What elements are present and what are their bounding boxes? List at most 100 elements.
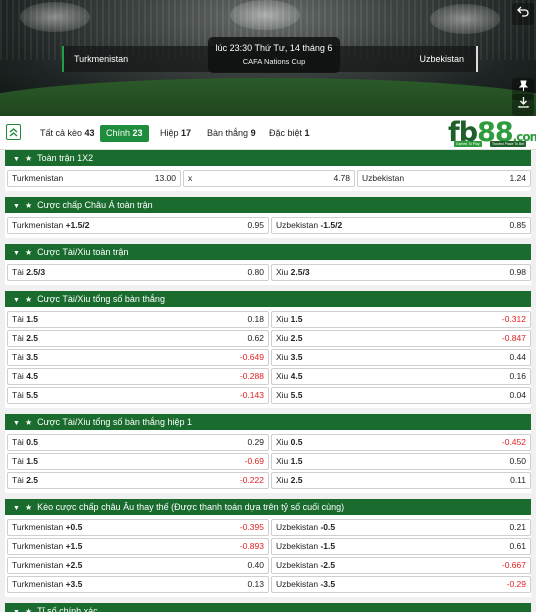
section-header[interactable]: ▼ ★ Cược Tài/Xiu tổng số bàn thắng [5, 291, 531, 307]
section-header[interactable]: ▼ ★ Tỉ số chính xác [5, 603, 531, 612]
star-icon[interactable]: ★ [25, 500, 32, 516]
section-title: Tỉ số chính xác [37, 606, 98, 612]
odds-cell[interactable]: Uzbekistan -0.5 0.21 [271, 519, 531, 536]
odds-cell[interactable]: Turkmenistan +1.5 -0.893 [7, 538, 269, 555]
odds-cell[interactable]: Tài 0.5 0.29 [7, 434, 269, 451]
odds-cell[interactable]: Uzbekistan 1.24 [357, 170, 531, 187]
handicap-line: -3.5 [320, 579, 336, 589]
tab-main[interactable]: Chính 23 [100, 125, 149, 142]
odds-cell[interactable]: Uzbekistan -1.5 0.61 [271, 538, 531, 555]
section-title: Cược Tài/Xiu toàn trận [37, 247, 129, 257]
odds-cell[interactable]: Turkmenistan +1.5/2 0.95 [7, 217, 269, 234]
tab-label: Bàn thắng [207, 128, 249, 138]
double-chevron-up-icon[interactable] [6, 124, 21, 140]
star-icon[interactable]: ★ [25, 151, 32, 167]
star-icon[interactable]: ★ [25, 415, 32, 431]
stadium-light [20, 2, 90, 32]
star-icon[interactable]: ★ [25, 198, 32, 214]
odds-cell[interactable]: Turkmenistan 13.00 [7, 170, 181, 187]
odds-cell[interactable]: Uzbekistan -2.5 -0.667 [271, 557, 531, 574]
tab-label: Chính [106, 128, 131, 138]
star-icon[interactable]: ★ [25, 604, 32, 612]
odds-row: Turkmenistan +3.5 0.13 Uzbekistan -3.5 -0.2… [7, 575, 531, 594]
handicap-line: 4.5 [290, 371, 303, 381]
odds-cell[interactable]: Turkmenistan +3.5 0.13 [7, 576, 269, 593]
tab-special[interactable]: Đặc biệt 1 [263, 125, 316, 142]
odds-cell[interactable]: Xiu 5.5 0.04 [271, 387, 531, 404]
match-time: lúc 23:30 Thứ Tư, 14 tháng 6 [215, 43, 333, 53]
handicap-line: +2.5 [65, 560, 83, 570]
handicap-line: 2.5 [26, 333, 39, 343]
selection-label: Uzbekistan [276, 220, 319, 230]
handicap-line: +1.5 [65, 541, 83, 551]
odds-cell[interactable]: Turkmenistan +2.5 0.40 [7, 557, 269, 574]
odds-cell[interactable]: Xiu 3.5 0.44 [271, 349, 531, 366]
selection-label: Tài [12, 333, 24, 343]
odds-value: 0.61 [509, 541, 526, 551]
star-icon[interactable]: ★ [25, 245, 32, 261]
odds-cell[interactable]: Tài 1.5 -0.69 [7, 453, 269, 470]
odds-value: 0.80 [247, 267, 264, 277]
odds-cell[interactable]: Xiu 2.5 -0.847 [271, 330, 531, 347]
caret-down-icon: ▼ [13, 420, 20, 427]
odds-value: -0.649 [239, 352, 264, 362]
tab-half[interactable]: Hiệp 17 [154, 125, 197, 142]
caret-down-icon: ▼ [13, 250, 20, 257]
odds-cell[interactable]: Xiu 2.5 0.11 [271, 472, 531, 489]
section-header[interactable]: ▼ ★ Kèo cược chấp châu Âu thay thế (Được t… [5, 499, 531, 515]
caret-down-icon: ▼ [13, 605, 20, 612]
tab-count: 23 [132, 128, 143, 138]
odds-cell[interactable]: Xiu 2.5/3 0.98 [271, 264, 531, 281]
handicap-line: -1.5/2 [320, 220, 343, 230]
handicap-line: +1.5/2 [65, 220, 90, 230]
odds-row: Tài 3.5 -0.649 Xiu 3.5 0.44 [7, 348, 531, 367]
selection-label: Xiu [276, 437, 289, 447]
star-icon[interactable]: ★ [25, 292, 32, 308]
handicap-line: 2.5/3 [290, 267, 310, 277]
tab-goals[interactable]: Bàn thắng 9 [201, 125, 262, 142]
odds-cell[interactable]: Tài 5.5 -0.143 [7, 387, 269, 404]
selection-label: Turkmenistan [12, 560, 64, 570]
handicap-line: +3.5 [65, 579, 83, 589]
odds-cell[interactable]: Uzbekistan -3.5 -0.29 [271, 576, 531, 593]
odds-cell[interactable]: Tài 1.5 0.18 [7, 311, 269, 328]
odds-cell[interactable]: Uzbekistan -1.5/2 0.85 [271, 217, 531, 234]
section-header[interactable]: ▼ ★ Cược Tài/Xiu tổng số bàn thắng hiệp 1 [5, 414, 531, 430]
odds-cell[interactable]: Tài 3.5 -0.649 [7, 349, 269, 366]
odds-row: Tài 5.5 -0.143 Xiu 5.5 0.04 [7, 386, 531, 405]
selection-label: Turkmenistan [12, 579, 64, 589]
odds-row: Tài 2.5 0.62 Xiu 2.5 -0.847 [7, 329, 531, 348]
odds-cell[interactable]: Tài 2.5 -0.222 [7, 472, 269, 489]
selection-label: Tài [12, 475, 24, 485]
odds-cell[interactable]: x 4.78 [183, 170, 355, 187]
odds-cell[interactable]: Xiu 1.5 0.50 [271, 453, 531, 470]
handicap-line: 2.5 [26, 475, 39, 485]
selection-label: Tài [12, 390, 24, 400]
odds-cell[interactable]: Turkmenistan +0.5 -0.395 [7, 519, 269, 536]
handicap-line: 5.5 [26, 390, 39, 400]
odds-value: 0.44 [509, 352, 526, 362]
odds-cell[interactable]: Xiu 1.5 -0.312 [271, 311, 531, 328]
odds-cell[interactable]: Tài 2.5/3 0.80 [7, 264, 269, 281]
odds-row: Tài 0.5 0.29 Xiu 0.5 -0.452 [7, 433, 531, 452]
tab-label: Hiệp [160, 128, 179, 138]
section-body: Turkmenistan +1.5/2 0.95 Uzbekistan -1.5/2… [5, 213, 531, 238]
handicap-line: 5.5 [290, 390, 303, 400]
back-arrow-icon[interactable] [512, 3, 534, 25]
tab-all-bets[interactable]: Tất cả kèo 43 [34, 125, 101, 142]
selection-label: Uzbekistan [276, 541, 319, 551]
download-icon[interactable] [512, 94, 534, 116]
odds-cell[interactable]: Xiu 0.5 -0.452 [271, 434, 531, 451]
odds-cell[interactable]: Tài 2.5 0.62 [7, 330, 269, 347]
handicap-line: -0.5 [320, 522, 336, 532]
section-header[interactable]: ▼ ★ Toàn trận 1X2 [5, 150, 531, 166]
selection-label: Tài [12, 267, 24, 277]
odds-row: Turkmenistan +0.5 -0.395 Uzbekistan -0.5 0.… [7, 518, 531, 537]
odds-cell[interactable]: Tài 4.5 -0.288 [7, 368, 269, 385]
section-header[interactable]: ▼ ★ Cược chấp Châu Á toàn trận [5, 197, 531, 213]
odds-cell[interactable]: Xiu 4.5 0.16 [271, 368, 531, 385]
section-header[interactable]: ▼ ★ Cược Tài/Xiu toàn trận [5, 244, 531, 260]
odds-value: -0.312 [501, 314, 526, 324]
odds-value: 0.21 [509, 522, 526, 532]
section-title: Kèo cược chấp châu Âu thay thế (Được tha… [37, 502, 345, 512]
